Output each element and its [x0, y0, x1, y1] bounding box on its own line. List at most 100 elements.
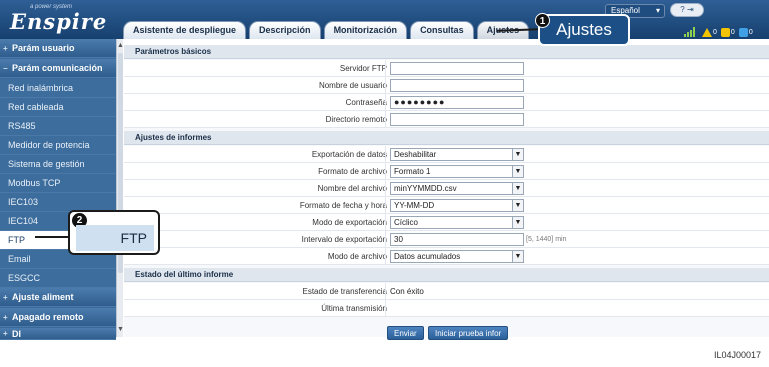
remote-dir-input[interactable]: [390, 113, 524, 126]
sidebar-item-label: Parám usuario: [12, 43, 75, 53]
row-export-interval: Intervalo de exportación 30 [5, 1440] mi…: [124, 231, 769, 248]
file-name-select[interactable]: minYYMMDD.csv ▼: [390, 182, 524, 195]
dropdown-arrow-icon: ▼: [512, 217, 523, 228]
sidebar-item-wired[interactable]: Red cableada: [0, 98, 116, 117]
file-format-value: Formato 1: [394, 167, 431, 176]
ftp-settings-panel: Parámetros básicos Servidor FTP Nombre d…: [124, 45, 769, 340]
file-format-label: Formato de archivo: [318, 167, 387, 176]
dropdown-arrow-icon: ▼: [512, 251, 523, 262]
file-mode-select[interactable]: Datos acumulados ▼: [390, 250, 524, 263]
file-format-select[interactable]: Formato 1 ▼: [390, 165, 524, 178]
section-report-settings: Ajustes de informes: [124, 131, 769, 145]
minor-alarm[interactable]: 0: [720, 27, 735, 37]
sidebar: + Parám usuario − Parám comunicación Red i…: [0, 39, 116, 340]
sidebar-item-di[interactable]: + DI: [0, 328, 116, 340]
tab-monitoring[interactable]: Monitorización: [323, 21, 408, 39]
callout-1-text: Ajustes: [556, 20, 612, 39]
sidebar-item-comm-params[interactable]: − Parám comunicación: [0, 59, 116, 78]
warning-alarm-icon: [738, 27, 748, 37]
data-export-select[interactable]: Deshabilitar ▼: [390, 148, 524, 161]
signal-icon: [684, 27, 698, 37]
sidebar-item-power-adjust[interactable]: + Ajuste aliment: [0, 288, 116, 307]
minor-alarm-count: 0: [730, 28, 735, 36]
username-label: Nombre de usuario: [318, 81, 387, 90]
scroll-down-icon[interactable]: ▼: [117, 325, 124, 335]
help-icon: ?: [680, 5, 685, 14]
status-bar: 0 0 0: [680, 25, 769, 39]
password-label: Contraseña: [345, 98, 387, 107]
row-ftp-server: Servidor FTP: [124, 60, 769, 77]
ftp-server-input[interactable]: [390, 62, 524, 75]
warning-alarm[interactable]: 0: [738, 27, 753, 37]
callout-2-leader: [35, 236, 69, 238]
expand-icon: +: [3, 313, 8, 322]
username-input[interactable]: [390, 79, 524, 92]
figure-id: IL04J00017: [713, 350, 761, 360]
start-report-test-button[interactable]: Iniciar prueba infor: [428, 326, 509, 340]
logout-icon: ⇥: [686, 5, 694, 14]
sidebar-item-management-system[interactable]: Sistema de gestión: [0, 155, 116, 174]
warning-alarm-count: 0: [748, 28, 753, 36]
date-format-label: Formato de fecha y hora: [299, 201, 387, 210]
last-transmission-label: Última transmisión: [321, 304, 387, 313]
row-last-transmission: Última transmisión: [124, 300, 769, 317]
expand-icon: +: [3, 293, 8, 302]
export-mode-label: Modo de exportación: [312, 218, 387, 227]
callout-2-text: FTP: [76, 225, 154, 251]
callout-1: 1 Ajustes: [535, 13, 630, 46]
export-mode-select[interactable]: Cíclico ▼: [390, 216, 524, 229]
row-file-mode: Modo de archivo Datos acumulados ▼: [124, 248, 769, 265]
sidebar-item-power-meter[interactable]: Medidor de potencia: [0, 136, 116, 155]
sidebar-item-label: Apagado remoto: [12, 312, 84, 322]
file-name-label: Nombre del archivo: [317, 184, 387, 193]
help-logout-button[interactable]: ? ⇥: [670, 3, 704, 17]
sidebar-item-remote-shutdown[interactable]: + Apagado remoto: [0, 308, 116, 327]
tab-overview[interactable]: Descripción: [249, 21, 321, 39]
remote-dir-label: Directorio remoto: [325, 115, 387, 124]
section-last-report: Estado del último informe: [124, 268, 769, 282]
callout-1-number: 1: [535, 13, 550, 28]
sidebar-item-modbus-tcp[interactable]: Modbus TCP: [0, 174, 116, 193]
tab-deployment-wizard[interactable]: Asistente de despliegue: [123, 21, 247, 39]
file-name-value: minYYMMDD.csv: [394, 184, 457, 193]
dropdown-arrow-icon: ▼: [512, 149, 523, 160]
expand-icon: +: [3, 44, 8, 53]
row-date-format: Formato de fecha y hora YY-MM-DD ▼: [124, 197, 769, 214]
row-transfer-state: Estado de transferencia Con éxito: [124, 283, 769, 300]
sidebar-scrollbar[interactable]: ▲ ▼: [116, 39, 124, 337]
row-username: Nombre de usuario: [124, 77, 769, 94]
export-interval-input[interactable]: 30: [390, 233, 524, 246]
app-logo: Enspire: [10, 9, 108, 34]
date-format-value: YY-MM-DD: [394, 201, 435, 210]
sidebar-item-wireless[interactable]: Red inalámbrica: [0, 79, 116, 98]
export-interval-label: Intervalo de exportación: [301, 235, 387, 244]
sidebar-item-label: Parám comunicación: [12, 63, 103, 73]
major-alarm[interactable]: 0: [702, 27, 717, 37]
date-format-select[interactable]: YY-MM-DD ▼: [390, 199, 524, 212]
transfer-state-label: Estado de transferencia: [302, 287, 388, 296]
submit-button[interactable]: Enviar: [387, 326, 424, 340]
row-export-mode: Modo de exportación Cíclico ▼: [124, 214, 769, 231]
file-mode-label: Modo de archivo: [327, 252, 387, 261]
expand-icon: +: [3, 329, 8, 338]
ftp-server-label: Servidor FTP: [339, 64, 387, 73]
file-mode-value: Datos acumulados: [394, 252, 461, 261]
tab-query[interactable]: Consultas: [410, 21, 474, 39]
row-file-name: Nombre del archivo minYYMMDD.csv ▼: [124, 180, 769, 197]
warning-triangle-icon: [702, 27, 712, 37]
sidebar-item-esgcc[interactable]: ESGCC: [0, 269, 116, 288]
sidebar-item-user-params[interactable]: + Parám usuario: [0, 39, 116, 58]
chevron-down-icon: ▾: [655, 6, 660, 15]
dropdown-arrow-icon: ▼: [512, 183, 523, 194]
export-interval-range: [5, 1440] min: [526, 236, 567, 243]
callout-2: 2 FTP: [68, 210, 160, 255]
row-remote-dir: Directorio remoto: [124, 111, 769, 128]
data-export-label: Exportación de datos: [311, 150, 387, 159]
dropdown-arrow-icon: ▼: [512, 166, 523, 177]
sidebar-item-rs485[interactable]: RS485: [0, 117, 116, 136]
export-mode-value: Cíclico: [394, 218, 419, 227]
scroll-up-icon[interactable]: ▲: [117, 41, 124, 51]
major-alarm-count: 0: [713, 28, 717, 36]
sidebar-item-label: DI: [12, 329, 21, 339]
password-input[interactable]: ●●●●●●●●: [390, 96, 524, 109]
